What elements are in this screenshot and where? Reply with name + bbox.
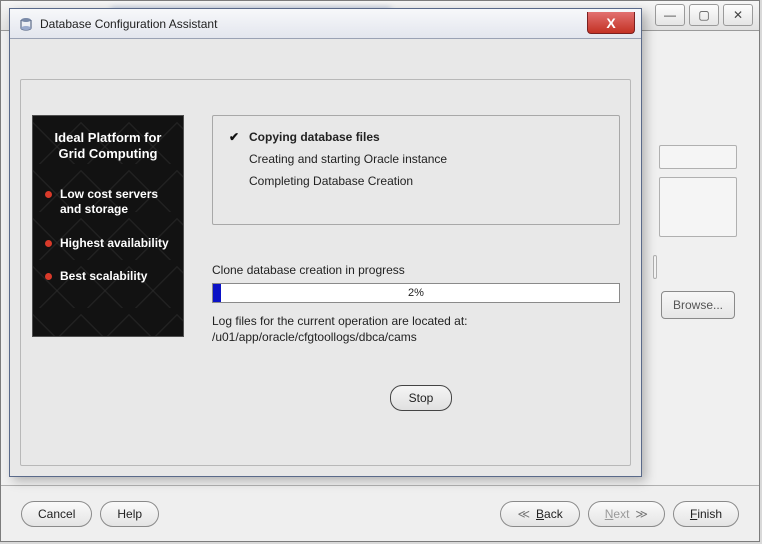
parent-window-controls: — ▢ ✕ (655, 4, 753, 26)
step-label: Creating and starting Oracle instance (249, 152, 447, 166)
progress-label: Clone database creation in progress (212, 263, 405, 277)
wizard-button-bar: Cancel Help ≪ Back Next ≫ Finish (1, 485, 759, 541)
parent-close-button[interactable]: ✕ (723, 4, 753, 26)
bullet-dot-icon (45, 191, 52, 198)
finish-button[interactable]: Finish (673, 501, 739, 527)
app-icon (18, 16, 34, 32)
progress-text: 2% (213, 284, 619, 302)
ghost-field-3 (653, 255, 657, 279)
modal-titlebar[interactable]: Database Configuration Assistant X (10, 9, 641, 39)
promo-bullet-0: Low cost servers and storage (45, 187, 171, 218)
cancel-button[interactable]: Cancel (21, 501, 92, 527)
browse-button[interactable]: Browse... (661, 291, 735, 319)
step-label: Completing Database Creation (249, 174, 413, 188)
promo-bullet-text: Highest availability (60, 236, 169, 252)
finish-label: Finish (690, 507, 722, 521)
modal-body: Ideal Platform for Grid Computing Low co… (10, 39, 641, 476)
log-msg: Log files for the current operation are … (212, 314, 468, 328)
promo-title: Ideal Platform for Grid Computing (45, 130, 171, 163)
dbca-modal: Database Configuration Assistant X Ideal… (9, 8, 642, 477)
ghost-field-2 (659, 177, 737, 237)
promo-bullet-text: Low cost servers and storage (60, 187, 171, 218)
step-row-2: Completing Database Creation (227, 170, 605, 192)
step-row-0: ✔ Copying database files (227, 126, 605, 148)
stop-button[interactable]: Stop (390, 385, 452, 411)
chevron-left-icon: ≪ (517, 507, 530, 521)
promo-bullet-1: Highest availability (45, 236, 171, 252)
step-label: Copying database files (249, 130, 380, 144)
back-label: Back (536, 507, 563, 521)
bullet-dot-icon (45, 273, 52, 280)
log-text: Log files for the current operation are … (212, 313, 620, 345)
ghost-field-1 (659, 145, 737, 169)
maximize-button[interactable]: ▢ (689, 4, 719, 26)
step-row-1: Creating and starting Oracle instance (227, 148, 605, 170)
steps-box: ✔ Copying database files Creating and st… (212, 115, 620, 225)
minimize-button[interactable]: — (655, 4, 685, 26)
bullet-dot-icon (45, 240, 52, 247)
help-button[interactable]: Help (100, 501, 159, 527)
chevron-right-icon: ≫ (635, 507, 648, 521)
check-icon: ✔ (227, 130, 241, 144)
log-path: /u01/app/oracle/cfgtoollogs/dbca/cams (212, 330, 417, 344)
modal-title: Database Configuration Assistant (40, 17, 217, 31)
promo-bullet-text: Best scalability (60, 269, 147, 285)
back-button[interactable]: ≪ Back (500, 501, 579, 527)
next-label: Next (605, 507, 630, 521)
promo-bullet-2: Best scalability (45, 269, 171, 285)
close-button[interactable]: X (587, 12, 635, 34)
promo-panel: Ideal Platform for Grid Computing Low co… (32, 115, 184, 337)
next-button: Next ≫ (588, 501, 665, 527)
progress-bar: 2% (212, 283, 620, 303)
